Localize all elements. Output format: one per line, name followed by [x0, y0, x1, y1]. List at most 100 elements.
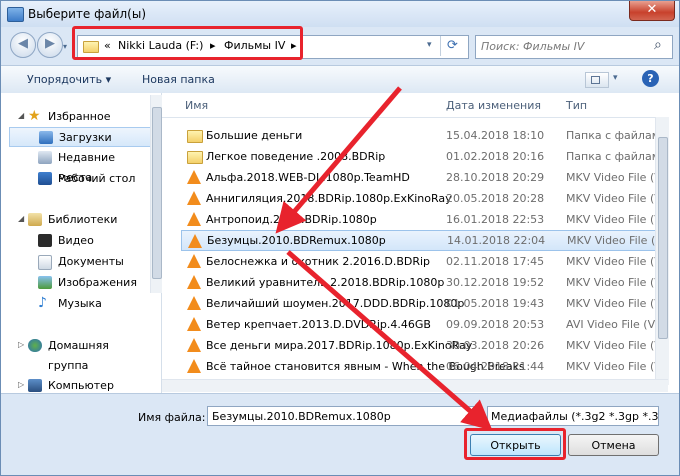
- horizontal-scrollbar[interactable]: [162, 379, 668, 392]
- expand-homegroup-icon[interactable]: ▷: [18, 340, 24, 349]
- expand-favorites-icon[interactable]: ◢: [18, 111, 24, 120]
- folder-icon: [187, 130, 203, 143]
- file-row[interactable]: Белоснежка и охотник 2.2016.D.BDRip 02.11…: [181, 251, 663, 272]
- file-date: 16.01.2018 22:53: [446, 213, 545, 226]
- command-bar: Упорядочить ▾ Новая папка ▾ ?: [1, 65, 679, 94]
- file-name: Большие деньги: [206, 129, 303, 142]
- file-type: MKV Video File (VLC): [566, 360, 663, 373]
- address-dropdown-icon[interactable]: ▾: [427, 40, 432, 50]
- file-type: MKV Video File (VLC): [566, 339, 663, 352]
- file-row[interactable]: Легкое поведение .2008.BDRip 01.02.2018 2…: [181, 146, 663, 167]
- file-list-scroll-thumb[interactable]: [658, 137, 668, 339]
- video-icon: [38, 234, 52, 247]
- back-button[interactable]: ◀: [10, 32, 36, 58]
- sidebar-item-video[interactable]: Видео: [1, 231, 151, 251]
- desktop-icon: [38, 172, 52, 185]
- vlc-cone-icon: [187, 170, 201, 184]
- file-date: 30.12.2018 19:52: [446, 276, 545, 289]
- pictures-icon: [38, 276, 52, 289]
- file-row[interactable]: Альфа.2018.WEB-DL.1080p.TeamHD 28.10.2018…: [181, 167, 663, 188]
- file-name: Легкое поведение .2008.BDRip: [206, 150, 386, 163]
- refresh-icon[interactable]: ⟳: [447, 38, 458, 53]
- sidebar-item-pictures[interactable]: Изображения: [1, 273, 151, 293]
- vlc-cone-icon: [187, 296, 201, 310]
- vlc-cone-icon: [187, 191, 201, 205]
- file-name: Ветер крепчает.2013.D.DVDRip.4.46GB: [206, 318, 431, 331]
- file-date: 09.09.2018 20:53: [446, 318, 545, 331]
- file-date: 28.10.2018 20:29: [446, 171, 545, 184]
- expand-computer-icon[interactable]: ▷: [18, 380, 24, 389]
- recent-pages-dropdown[interactable]: ▾: [63, 42, 67, 51]
- file-row[interactable]: Большие деньги 15.04.2018 18:10 Папка с фа…: [181, 125, 663, 146]
- cancel-button[interactable]: Отмена: [568, 434, 659, 456]
- libraries-icon: [28, 213, 42, 226]
- sidebar-item-desktop[interactable]: Рабочий стол: [1, 169, 151, 189]
- music-icon: ♪: [38, 295, 47, 311]
- file-name: Альфа.2018.WEB-DL.1080p.TeamHD: [206, 171, 410, 184]
- view-options-button[interactable]: [585, 72, 609, 88]
- file-list-scrollbar[interactable]: [655, 117, 669, 385]
- search-icon[interactable]: ⌕: [654, 37, 662, 53]
- title-bar[interactable]: Выберите файл(ы) ✕: [1, 1, 679, 27]
- sidebar-scrollbar[interactable]: [150, 95, 162, 293]
- search-input[interactable]: Поиск: Фильмы IV ⌕: [475, 35, 673, 59]
- file-date: 02.11.2018 17:45: [446, 255, 545, 268]
- view-icon: [591, 76, 600, 84]
- file-type: MKV Video File (VLC): [566, 171, 663, 184]
- file-type: AVI Video File (VLC): [566, 318, 663, 331]
- computer-icon: [28, 379, 42, 392]
- sidebar-item-downloads[interactable]: Загрузки: [9, 127, 151, 147]
- file-row[interactable]: Величайший шоумен.2017.DDD.BDRip.1080p 01…: [181, 293, 663, 314]
- vlc-cone-icon: [187, 317, 201, 331]
- sidebar-scroll-thumb[interactable]: [152, 107, 162, 279]
- file-list-pane: Имя Дата изменения Тип Большие деньги 15.…: [162, 93, 679, 393]
- file-row[interactable]: Аннигиляция.2018.BDRip.1080p.ExKinoRay 20…: [181, 188, 663, 209]
- file-name: Антропоид.2016.BDRip.1080p: [206, 213, 377, 226]
- file-row[interactable]: Ветер крепчает.2013.D.DVDRip.4.46GB 09.09…: [181, 314, 663, 335]
- file-row[interactable]: Всё тайное становится явным - When the B…: [181, 356, 663, 377]
- file-type: MKV Video File (VLC): [567, 234, 662, 247]
- column-headers: Имя Дата изменения Тип: [162, 93, 668, 118]
- recent-places-icon: [38, 151, 52, 164]
- file-type: MKV Video File (VLC): [566, 255, 663, 268]
- column-header-date[interactable]: Дата изменения: [446, 99, 541, 112]
- file-date: 01.02.2018 20:16: [446, 150, 545, 163]
- sidebar-item-recent-places[interactable]: Недавние места: [1, 148, 151, 184]
- file-name: Великий уравнитель 2.2018.BDRip.1080p: [206, 276, 445, 289]
- address-highlight-box: [72, 26, 303, 60]
- view-dropdown-icon[interactable]: ▾: [613, 73, 618, 83]
- forward-button[interactable]: ▶: [37, 32, 63, 58]
- downloads-icon: [39, 131, 53, 144]
- column-header-name[interactable]: Имя: [185, 99, 208, 112]
- file-date: 01.05.2018 19:43: [446, 297, 545, 310]
- file-row[interactable]: Антропоид.2016.BDRip.1080p 16.01.2018 22:…: [181, 209, 663, 230]
- file-row[interactable]: Все деньги мира.2017.BDRip.1080p.ExKinoR…: [181, 335, 663, 356]
- file-date: 15.04.2018 18:10: [446, 129, 545, 142]
- column-header-type[interactable]: Тип: [566, 99, 587, 112]
- expand-libraries-icon[interactable]: ◢: [18, 214, 24, 223]
- sidebar-item-documents[interactable]: Документы: [1, 252, 151, 272]
- file-type: Папка с файлами: [566, 150, 663, 163]
- vlc-cone-icon: [187, 338, 201, 352]
- open-button-highlight-box: [464, 428, 566, 460]
- file-row[interactable]: Безумцы.2010.BDRemux.1080p 14.01.2018 22:…: [181, 230, 663, 251]
- search-placeholder: Поиск: Фильмы IV: [481, 40, 585, 53]
- file-name: Аннигиляция.2018.BDRip.1080p.ExKinoRay: [206, 192, 452, 205]
- vlc-cone-icon: [187, 359, 201, 373]
- file-row[interactable]: Великий уравнитель 2.2018.BDRip.1080p 30.…: [181, 272, 663, 293]
- close-button[interactable]: ✕: [629, 1, 675, 21]
- file-type: MKV Video File (VLC): [566, 297, 663, 310]
- filename-label: Имя файла:: [138, 411, 206, 424]
- file-type: MKV Video File (VLC): [566, 276, 663, 289]
- homegroup-icon: [28, 339, 42, 352]
- file-date: 14.01.2018 22:04: [447, 234, 546, 247]
- organize-menu[interactable]: Упорядочить ▾: [27, 73, 111, 86]
- filename-input[interactable]: Безумцы.2010.BDRemux.1080p: [207, 406, 481, 426]
- navigation-pane: ★ Избранное Загрузки Недавние места Рабо…: [1, 93, 162, 393]
- help-icon[interactable]: ?: [642, 70, 659, 87]
- dialog-footer: Имя файла: Безумцы.2010.BDRemux.1080p Ме…: [1, 393, 679, 475]
- window-title: Выберите файл(ы): [28, 7, 147, 21]
- new-folder-button[interactable]: Новая папка: [142, 73, 215, 86]
- sidebar-item-music[interactable]: ♪ Музыка: [1, 294, 151, 314]
- file-type-filter[interactable]: Медиафайлы (*.3g2 *.3gp *.3gp2 *.3gpp: [487, 406, 659, 426]
